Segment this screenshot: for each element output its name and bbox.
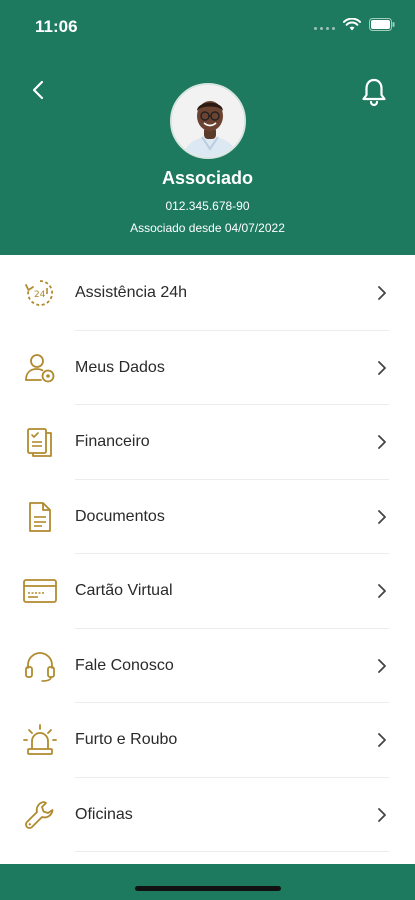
wrench-icon: [23, 798, 57, 832]
document-icon: [23, 500, 57, 534]
divider: [75, 851, 389, 852]
menu-item-cartao-virtual[interactable]: Cartão Virtual: [0, 554, 415, 629]
menu-item-meus-dados[interactable]: Meus Dados: [0, 331, 415, 405]
bell-icon: [362, 78, 386, 107]
chevron-left-icon: [32, 80, 44, 100]
menu-list: 24 Assistência 24h Meus Dados Financeiro…: [0, 256, 415, 852]
member-since: Associado desde 04/07/2022: [130, 221, 285, 235]
menu-item-financeiro[interactable]: Financeiro: [0, 405, 415, 480]
menu-item-fale-conosco[interactable]: Fale Conosco: [0, 629, 415, 703]
menu-item-label: Oficinas: [75, 805, 133, 823]
chevron-right-icon: [375, 731, 389, 749]
menu-item-furto-e-roubo[interactable]: Furto e Roubo: [0, 703, 415, 778]
profile-name: Associado: [161, 168, 254, 188]
person-photo: [172, 85, 244, 157]
chevron-right-icon: [375, 508, 389, 526]
battery-icon: [369, 18, 395, 31]
profile-header: 11:06 Associado 012.345.678-90 Associado…: [0, 0, 415, 255]
cellular-signal-icon: [314, 20, 335, 30]
svg-text:24: 24: [34, 290, 46, 300]
notifications-button[interactable]: [359, 76, 389, 108]
finance-documents-icon: [23, 425, 57, 459]
assistance-24h-icon: 24: [23, 276, 57, 310]
back-button[interactable]: [22, 74, 54, 106]
menu-item-label: Fale Conosco: [75, 656, 174, 674]
chevron-right-icon: [375, 284, 389, 302]
menu-item-oficinas[interactable]: Oficinas: [0, 778, 415, 852]
menu-item-label: Financeiro: [75, 433, 150, 451]
home-indicator[interactable]: [135, 886, 281, 891]
card-icon: [23, 574, 57, 608]
alarm-siren-icon: [23, 723, 57, 757]
menu-item-label: Assistência 24h: [75, 284, 188, 302]
chevron-right-icon: [375, 806, 389, 824]
status-bar: 11:06: [0, 0, 415, 50]
chevron-right-icon: [375, 657, 389, 675]
menu-item-label: Documentos: [75, 507, 165, 525]
bottom-bar: [0, 864, 415, 900]
menu-item-label: Cartão Virtual: [75, 582, 173, 600]
chevron-right-icon: [375, 433, 389, 451]
menu-item-assistencia-24h[interactable]: 24 Assistência 24h: [0, 256, 415, 331]
menu-item-label: Furto e Roubo: [75, 731, 178, 749]
status-icons: [314, 18, 395, 31]
profile-id: 012.345.678-90: [165, 199, 250, 213]
status-time: 11:06: [35, 17, 78, 36]
headset-icon: [23, 649, 57, 683]
chevron-right-icon: [375, 359, 389, 377]
menu-item-documentos[interactable]: Documentos: [0, 480, 415, 554]
user-settings-icon: [23, 351, 57, 385]
avatar[interactable]: [170, 83, 246, 159]
chevron-right-icon: [375, 582, 389, 600]
wifi-icon: [343, 18, 361, 31]
menu-item-label: Meus Dados: [75, 358, 165, 376]
